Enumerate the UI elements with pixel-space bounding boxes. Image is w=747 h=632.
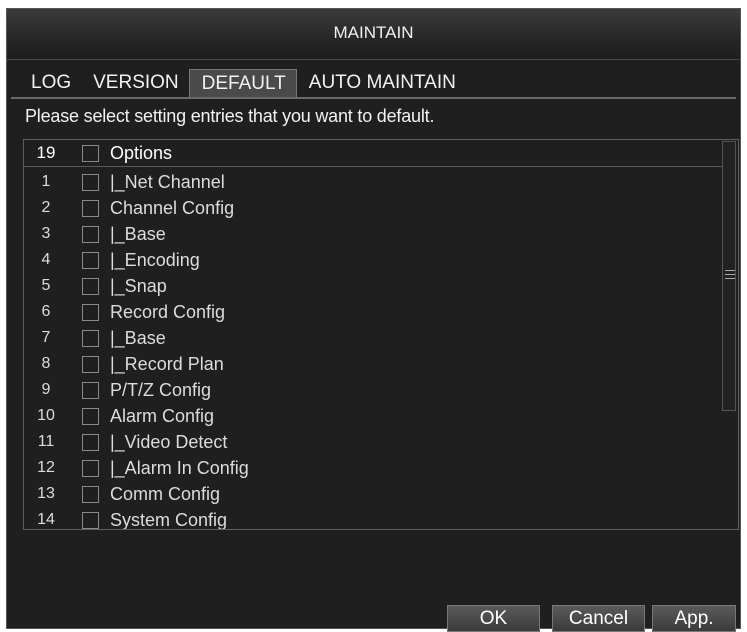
- item-number: 8: [41, 355, 51, 372]
- list-item[interactable]: 12 |_Alarm In Config: [24, 455, 722, 481]
- list-item[interactable]: 5 |_Snap: [24, 273, 722, 299]
- list-scrollbar[interactable]: [722, 141, 736, 411]
- cancel-button[interactable]: Cancel: [552, 605, 645, 632]
- list-item[interactable]: 7 |_Base: [24, 325, 722, 351]
- scrollbar-grip-icon[interactable]: [725, 270, 735, 279]
- dialog-title: MAINTAIN: [333, 23, 414, 42]
- item-checkbox[interactable]: [82, 512, 99, 529]
- item-number: 7: [41, 329, 51, 346]
- instruction-text: Please select setting entries that you w…: [25, 106, 435, 126]
- tab-auto-maintain[interactable]: AUTO MAINTAIN: [297, 69, 466, 97]
- item-number: 12: [37, 459, 55, 476]
- tab-version[interactable]: VERSION: [81, 69, 189, 97]
- maintain-dialog: MAINTAIN LOG VERSION DEFAULT AUTO MAINTA…: [6, 8, 741, 632]
- item-label: System Config: [110, 510, 228, 530]
- item-label: Comm Config: [110, 484, 221, 504]
- item-number: 5: [41, 277, 51, 294]
- item-label: Channel Config: [110, 198, 235, 218]
- list-item[interactable]: 4 |_Encoding: [24, 247, 722, 273]
- item-checkbox[interactable]: [82, 252, 99, 269]
- title-bar[interactable]: MAINTAIN: [7, 9, 740, 60]
- item-checkbox[interactable]: [82, 278, 99, 295]
- list-header: 19 Options: [24, 140, 722, 167]
- item-label: |_Record Plan: [110, 354, 224, 374]
- item-label: Alarm Config: [110, 406, 215, 426]
- item-checkbox[interactable]: [82, 460, 99, 477]
- item-checkbox[interactable]: [82, 408, 99, 425]
- tab-log[interactable]: LOG: [19, 69, 81, 97]
- list-item[interactable]: 2 Channel Config: [24, 195, 722, 221]
- tab-divider: [11, 97, 736, 99]
- item-checkbox[interactable]: [82, 434, 99, 451]
- item-checkbox[interactable]: [82, 382, 99, 399]
- item-number: 4: [41, 251, 51, 268]
- item-label: Record Config: [110, 302, 226, 322]
- item-label: P/T/Z Config: [110, 380, 212, 400]
- list-item[interactable]: 11 |_Video Detect: [24, 429, 722, 455]
- item-label: |_Base: [110, 224, 166, 244]
- tab-default[interactable]: DEFAULT: [188, 69, 297, 97]
- item-checkbox[interactable]: [82, 200, 99, 217]
- item-number: 1: [41, 173, 51, 190]
- item-count: 19: [36, 143, 56, 162]
- list-item[interactable]: 3 |_Base: [24, 221, 722, 247]
- item-number: 14: [37, 511, 55, 528]
- apply-button[interactable]: App.: [652, 605, 736, 632]
- item-checkbox[interactable]: [82, 304, 99, 321]
- item-number: 11: [37, 433, 55, 450]
- item-checkbox[interactable]: [82, 174, 99, 191]
- list-item[interactable]: 9 P/T/Z Config: [24, 377, 722, 403]
- item-label: |_Net Channel: [110, 172, 225, 192]
- ok-button[interactable]: OK: [447, 605, 540, 632]
- list-item[interactable]: 1 |_Net Channel: [24, 169, 722, 195]
- header-label: Options: [110, 143, 173, 163]
- list-item[interactable]: 10 Alarm Config: [24, 403, 722, 429]
- item-checkbox[interactable]: [82, 356, 99, 373]
- item-number: 2: [41, 199, 51, 216]
- item-label: |_Base: [110, 328, 166, 348]
- item-checkbox[interactable]: [82, 226, 99, 243]
- list-item[interactable]: 14 System Config: [24, 507, 722, 530]
- item-number: 9: [41, 381, 51, 398]
- item-label: |_Video Detect: [110, 432, 228, 452]
- list-item[interactable]: 8 |_Record Plan: [24, 351, 722, 377]
- item-label: |_Encoding: [110, 250, 200, 270]
- item-label: |_Alarm In Config: [110, 458, 249, 478]
- item-number: 10: [37, 407, 55, 424]
- tab-bar: LOG VERSION DEFAULT AUTO MAINTAIN: [19, 69, 466, 97]
- list-item[interactable]: 6 Record Config: [24, 299, 722, 325]
- list-item[interactable]: 13 Comm Config: [24, 481, 722, 507]
- item-number: 13: [37, 485, 55, 502]
- item-checkbox[interactable]: [82, 330, 99, 347]
- item-checkbox[interactable]: [82, 486, 99, 503]
- item-label: |_Snap: [110, 276, 167, 296]
- options-list: 19 Options 1 |_Net Channel 2 Channel Config…: [23, 139, 739, 530]
- item-number: 3: [41, 225, 51, 242]
- select-all-checkbox[interactable]: [82, 145, 99, 162]
- item-number: 6: [41, 303, 51, 320]
